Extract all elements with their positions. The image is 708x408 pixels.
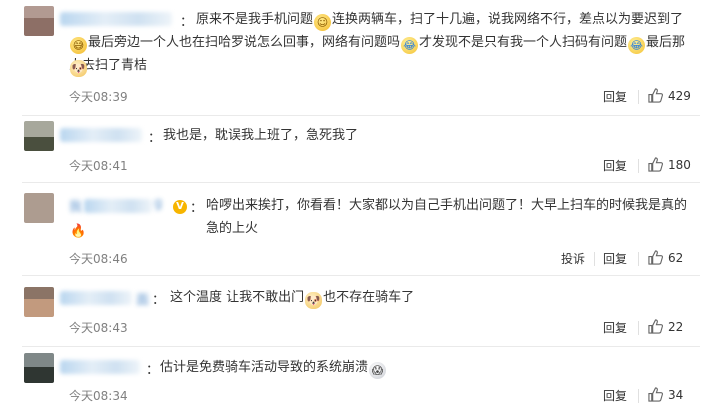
dog-emoji-icon: 🐶 [70,60,87,77]
avatar[interactable] [24,193,54,223]
username-link[interactable]: 我 [69,196,82,215]
username-link[interactable] [60,128,142,142]
comment-item: ： 原来不是我手机问题 ☺ 连换两辆车，扫了十几遍，说我网络不行，差点以为要迟到了 … [0,0,708,110]
like-count: 34 [668,388,684,402]
thumbs-up-icon [648,387,663,402]
reply-button[interactable]: 回复 [603,157,627,174]
report-button[interactable]: 投诉 [561,250,585,267]
username-link[interactable] [60,12,172,26]
thumbs-up-icon [648,157,663,172]
cry-laugh-emoji-icon: 😂 [628,37,646,54]
comment-text: 原来不是我手机问题 ☺ 连换两辆车，扫了十几遍，说我网络不行，差点以为要迟到了 [196,12,684,31]
reply-button[interactable]: 回复 [603,387,627,404]
comment-item: ： 估计是免费骑车活动导致的系统崩溃 😱 今天08:34 回复 34 [0,347,708,408]
avatar[interactable] [24,287,54,317]
comment-text-line: 🐶 [69,54,689,77]
avatar[interactable] [24,121,54,151]
comment-item: ： 我也是，耽误我上班了，急死我了 今天08:41 回复 180 [0,116,708,176]
divider-vertical [638,159,639,173]
reply-button[interactable]: 回复 [603,319,627,336]
cry-laugh-emoji-icon: 😂 [401,37,419,54]
username-blur [84,199,152,213]
like-count: 429 [668,89,691,103]
smile-emoji-icon: ☺ [314,14,332,31]
comment-item: 面 ： 这个温度 让我不敢出门 🐶 也不存在骑车了 今天08:43 回复 22 [0,276,708,342]
username-link[interactable] [60,360,140,374]
reply-button[interactable]: 回复 [603,88,627,105]
colon: ： [146,363,160,378]
thumbs-up-icon [648,88,663,103]
username-suffix[interactable]: 面 [136,289,149,308]
dog-emoji-icon: 🐶 [305,292,323,309]
like-button[interactable]: 62 [648,250,683,265]
shock-emoji-icon: 😱 [369,362,387,379]
divider-vertical [638,389,639,403]
fire-emoji-icon: 🔥 [70,224,87,239]
comment-text-line: 🔥 [69,217,689,240]
timestamp: 今天08:43 [69,321,128,335]
colon: ： [148,131,162,146]
sweat-emoji-icon: 😅 [70,37,87,54]
timestamp: 今天08:41 [69,159,128,173]
avatar[interactable] [24,6,54,36]
divider-vertical [638,321,639,335]
colon: ： [190,201,204,216]
like-button[interactable]: 22 [648,319,683,334]
comment-text: 我也是，耽误我上班了，急死我了 [163,128,359,143]
username-suffix: g [154,196,163,211]
like-button[interactable]: 34 [648,387,683,402]
timestamp: 今天08:46 [69,252,128,266]
timestamp: 今天08:34 [69,389,128,403]
timestamp: 今天08:39 [69,90,128,104]
comment-text: 估计是免费骑车活动导致的系统崩溃 😱 [160,356,680,379]
divider-vertical [638,90,639,104]
divider-vertical [638,252,639,266]
reply-button[interactable]: 回复 [603,250,627,267]
like-count: 22 [668,320,684,334]
divider-vertical [594,252,595,266]
comment-text: 这个温度 让我不敢出门 🐶 也不存在骑车了 [170,290,415,309]
colon: ： [152,293,166,308]
comment-item: 我 g V ： 哈啰出来挨打，你看看！大家都以为自己手机出问题了！大早上扫车的时… [0,183,708,268]
like-count: 180 [668,158,691,172]
username-link[interactable] [60,291,132,305]
like-count: 62 [668,251,684,265]
avatar[interactable] [24,353,54,383]
thumbs-up-icon [648,319,663,334]
thumbs-up-icon [648,250,663,265]
like-button[interactable]: 180 [648,157,691,172]
colon: ： [180,15,194,30]
like-button[interactable]: 429 [648,88,691,103]
verified-badge-icon: V [173,200,187,214]
